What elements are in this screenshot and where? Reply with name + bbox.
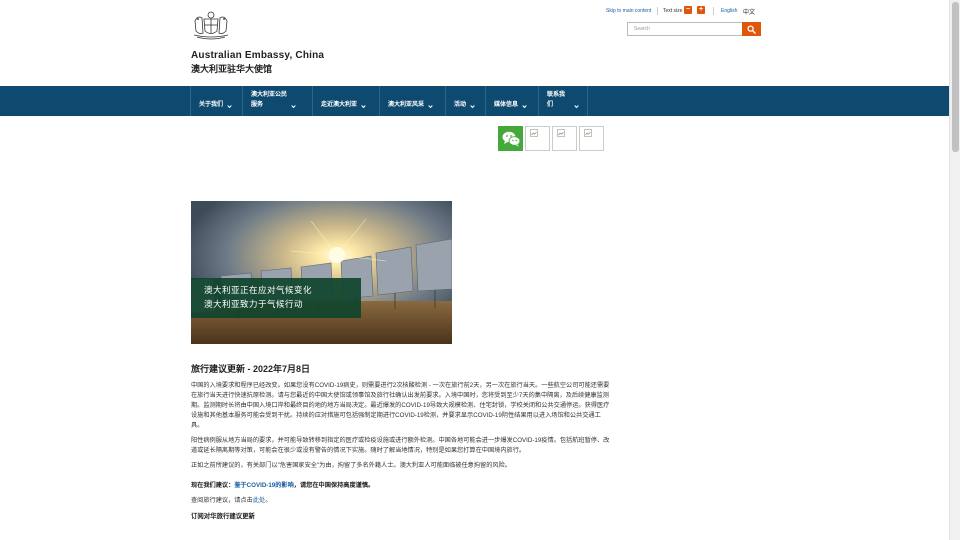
broken-image-icon — [584, 129, 592, 137]
article-paragraph: 正如之前所建议的，有关部门以"危害国家安全"为由，拘留了多名外籍人士。澳大利亚人… — [191, 462, 511, 469]
nav-item-label: 走近澳大利亚 — [321, 102, 358, 108]
site-title-en[interactable]: Australian Embassy, China — [191, 50, 324, 61]
nav-item-label: 服务 — [251, 102, 264, 108]
advice-suffix: ，请您在中国保持高度谨慎。 — [293, 482, 375, 489]
see-advice-prefix: 查阅旅行建议，请点击 — [191, 497, 253, 504]
language-english-link[interactable]: English — [721, 8, 737, 14]
hero-caption: 澳大利亚正在应对气候变化 澳大利亚致力于气候行动 — [191, 278, 361, 318]
subscribe-heading: 订阅对华旅行建议更新 — [191, 513, 255, 520]
wechat-icon — [502, 131, 521, 147]
chevron-down-icon — [574, 104, 579, 109]
article-paragraph: 阳性病例服从地方当局的要求，并可能导致转移到指定的医疗或检疫设施或进行额外检测。… — [191, 437, 610, 454]
search-input[interactable] — [627, 22, 743, 36]
hero-subtitle: 澳大利亚致力于气候行动 — [204, 299, 304, 309]
site-header: Australian Embassy, China 澳大利亚驻华大使馆 Skip… — [0, 0, 949, 86]
hero-banner[interactable]: 澳大利亚正在应对气候变化 澳大利亚致力于气候行动 — [191, 201, 452, 344]
travel-advice-section: 旅行建议更新 - 2022年7月8日 中国的入境要求和程序已经改变。如果您没有C… — [191, 362, 611, 520]
language-chinese-current: 中文 — [743, 10, 756, 16]
page: Australian Embassy, China 澳大利亚驻华大使馆 Skip… — [0, 0, 949, 540]
nav-item-events[interactable]: 活动 — [446, 86, 486, 116]
chevron-down-icon — [522, 104, 527, 109]
text-size-label: Text size — [663, 8, 683, 14]
social-links — [498, 126, 604, 151]
see-advice-line: 查阅旅行建议，请点击此处。 — [191, 496, 611, 506]
nav-item-label: 澳大利亚公民 — [251, 92, 288, 98]
nav-item-explore-australia[interactable]: 走近澳大利亚 — [313, 86, 380, 116]
hero-title: 澳大利亚正在应对气候变化 — [204, 285, 313, 295]
site-title-zh[interactable]: 澳大利亚驻华大使馆 — [191, 62, 272, 75]
article-paragraph: 中国的入境要求和程序已经改变。如果您没有COVID-19病史，则需要进行2次核酸… — [191, 382, 610, 429]
wechat-link[interactable] — [498, 126, 523, 151]
social-link[interactable] — [525, 126, 550, 151]
chevron-down-icon — [428, 104, 433, 109]
advice-statement: 现在我们建议：鉴于COVID-19的影响，请您在中国保持高度谨慎。 — [191, 481, 611, 491]
nav-item-label: 媒体信息 — [494, 102, 519, 108]
increase-text-size-button[interactable]: + — [697, 6, 705, 14]
divider — [657, 7, 658, 15]
main-navigation: 关于我们 澳大利亚公民 服务 走近澳大利亚 澳大利亚风采 活动 媒体信息 联系我… — [0, 86, 949, 116]
nav-menu: 关于我们 澳大利亚公民 服务 走近澳大利亚 澳大利亚风采 活动 媒体信息 联系我… — [190, 86, 588, 116]
chevron-down-icon — [291, 104, 296, 109]
solar-field-image — [191, 201, 452, 344]
vertical-scrollbar[interactable] — [949, 0, 960, 540]
chevron-down-icon — [361, 104, 366, 109]
scrollbar-thumb[interactable] — [952, 2, 959, 152]
chevron-down-icon — [470, 104, 475, 109]
nav-item-contact-us[interactable]: 联系我们 — [539, 86, 588, 116]
divider — [713, 7, 714, 15]
nav-item-citizen-services[interactable]: 澳大利亚公民 服务 — [243, 86, 313, 116]
travel-advice-link[interactable]: 此处 — [253, 497, 265, 504]
see-advice-suffix: 。 — [265, 497, 272, 504]
nav-item-about-us[interactable]: 关于我们 — [190, 86, 243, 116]
broken-image-icon — [557, 129, 565, 137]
covid-impact-link[interactable]: 鉴于COVID-19的影响 — [234, 482, 293, 489]
broken-image-icon — [530, 129, 538, 137]
article-title: 旅行建议更新 - 2022年7月8日 — [191, 364, 311, 374]
nav-item-australia-style[interactable]: 澳大利亚风采 — [380, 86, 446, 116]
chevron-down-icon — [227, 104, 232, 109]
advice-prefix: 现在我们建议： — [191, 482, 235, 489]
utility-bar: Skip to main content Text size − + Engli… — [0, 6, 949, 16]
skip-to-content-link[interactable]: Skip to main content — [606, 8, 651, 14]
search-icon — [747, 25, 756, 34]
nav-item-label: 活动 — [454, 102, 467, 108]
social-link[interactable] — [552, 126, 577, 151]
social-link[interactable] — [579, 126, 604, 151]
search-button[interactable] — [742, 22, 761, 36]
nav-item-label: 澳大利亚风采 — [388, 102, 425, 108]
nav-item-label: 关于我们 — [199, 102, 224, 108]
nav-item-media[interactable]: 媒体信息 — [486, 86, 539, 116]
decrease-text-size-button[interactable]: − — [684, 6, 692, 14]
nav-item-label: 联系我们 — [547, 92, 566, 108]
